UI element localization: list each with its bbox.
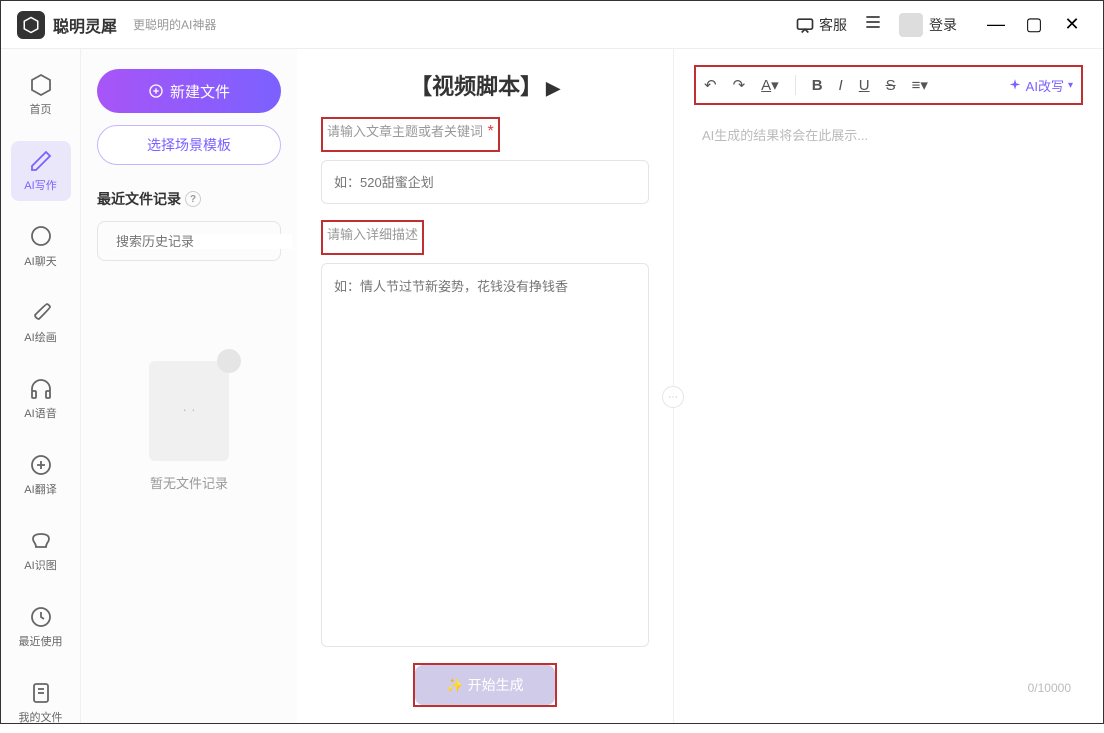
plus-circle-icon bbox=[148, 83, 164, 99]
sidebar-item-recent[interactable]: 最近使用 bbox=[11, 597, 71, 657]
chat-icon bbox=[795, 15, 815, 35]
topic-input[interactable] bbox=[321, 160, 649, 204]
maximize-button[interactable]: ▢ bbox=[1019, 10, 1049, 40]
strike-button[interactable]: S bbox=[886, 77, 896, 94]
pencil-icon bbox=[29, 149, 53, 173]
field2-label-highlight: 请输入详细描述 bbox=[321, 220, 424, 255]
sidebar-item-myfiles[interactable]: 我的文件 bbox=[11, 673, 71, 733]
titlebar-right: 客服 登录 — ▢ ✕ bbox=[795, 10, 1087, 40]
clock-icon bbox=[29, 605, 53, 629]
bold-button[interactable]: B bbox=[812, 77, 823, 94]
field1-label: 请输入文章主题或者关键词 bbox=[327, 121, 483, 140]
titlebar: 聪明灵犀 更聪明的AI神器 客服 登录 — ▢ ✕ bbox=[1, 1, 1103, 49]
toolbar: ↶ ↷ A▾ B I U S ≡▾ AI改写▾ bbox=[694, 65, 1083, 105]
sidebar-item-image[interactable]: AI识图 bbox=[11, 521, 71, 581]
empty-state: · · 暂无文件记录 bbox=[97, 361, 281, 492]
menu-button[interactable] bbox=[863, 12, 883, 37]
toolbar-left: ↶ ↷ A▾ B I U S ≡▾ bbox=[704, 75, 928, 95]
empty-text: 暂无文件记录 bbox=[150, 473, 228, 492]
recent-files-title: 最近文件记录 ? bbox=[97, 189, 281, 209]
sidebar-item-home[interactable]: 首页 bbox=[11, 65, 71, 125]
panel-center: 【视频脚本】▶ 请输入文章主题或者关键词 * 请输入详细描述 ✨ 开始生成 ⋯ bbox=[297, 49, 673, 723]
help-icon[interactable]: ? bbox=[185, 191, 201, 207]
sidebar-item-translate[interactable]: AI翻译 bbox=[11, 445, 71, 505]
hamburger-icon bbox=[863, 12, 883, 32]
home-icon bbox=[29, 73, 53, 97]
char-count: 0/10000 bbox=[1028, 681, 1071, 695]
sidebar-item-draw[interactable]: AI绘画 bbox=[11, 293, 71, 353]
search-box[interactable] bbox=[97, 221, 281, 261]
close-button[interactable]: ✕ bbox=[1057, 10, 1087, 40]
file-icon bbox=[29, 681, 53, 705]
generate-button-highlight: ✨ 开始生成 bbox=[413, 663, 557, 707]
page-title: 【视频脚本】▶ bbox=[321, 69, 649, 101]
app-name: 聪明灵犀 bbox=[53, 13, 117, 37]
sidebar-item-writing[interactable]: AI写作 bbox=[11, 141, 71, 201]
redo-button[interactable]: ↷ bbox=[733, 76, 746, 94]
login-button[interactable]: 登录 bbox=[899, 13, 957, 37]
logo-area: 聪明灵犀 更聪明的AI神器 bbox=[17, 11, 216, 39]
undo-button[interactable]: ↶ bbox=[704, 76, 717, 94]
font-color-button[interactable]: A▾ bbox=[761, 76, 779, 94]
translate-icon bbox=[29, 453, 53, 477]
main-area: 首页 AI写作 AI聊天 AI绘画 AI语音 AI翻译 AI识图 最近使用 bbox=[1, 49, 1103, 723]
output-placeholder: AI生成的结果将会在此展示... bbox=[702, 128, 868, 143]
headphones-icon bbox=[29, 377, 53, 401]
app-logo-icon bbox=[17, 11, 45, 39]
panel-collapse-button[interactable]: ⋯ bbox=[662, 386, 684, 408]
panel-right: ↶ ↷ A▾ B I U S ≡▾ AI改写▾ AI生成的结果将会在此展示...… bbox=[673, 49, 1103, 723]
italic-button[interactable]: I bbox=[839, 77, 843, 94]
brush-icon bbox=[29, 301, 53, 325]
description-textarea[interactable] bbox=[321, 263, 649, 647]
field2-label: 请输入详细描述 bbox=[327, 224, 418, 243]
title-arrow-icon[interactable]: ▶ bbox=[546, 78, 560, 98]
toolbar-divider bbox=[795, 75, 796, 95]
avatar-icon bbox=[899, 13, 923, 37]
empty-illustration: · · bbox=[149, 361, 229, 461]
app-tagline: 更聪明的AI神器 bbox=[133, 16, 216, 33]
chat-bubble-icon bbox=[29, 225, 53, 249]
sidebar: 首页 AI写作 AI聊天 AI绘画 AI语音 AI翻译 AI识图 最近使用 bbox=[1, 49, 81, 723]
sidebar-item-chat[interactable]: AI聊天 bbox=[11, 217, 71, 277]
align-button[interactable]: ≡▾ bbox=[912, 76, 928, 94]
field1-label-highlight: 请输入文章主题或者关键词 * bbox=[321, 117, 500, 152]
window-controls: — ▢ ✕ bbox=[981, 10, 1087, 40]
search-input[interactable] bbox=[116, 234, 292, 249]
sparkle-icon bbox=[1008, 78, 1022, 92]
generate-button[interactable]: ✨ 开始生成 bbox=[415, 665, 555, 705]
sidebar-item-voice[interactable]: AI语音 bbox=[11, 369, 71, 429]
scene-template-button[interactable]: 选择场景模板 bbox=[97, 125, 281, 165]
panel-left: 新建文件 选择场景模板 最近文件记录 ? · · 暂无文件记录 bbox=[81, 49, 297, 723]
new-file-button[interactable]: 新建文件 bbox=[97, 69, 281, 113]
minimize-button[interactable]: — bbox=[981, 10, 1011, 40]
customer-service-button[interactable]: 客服 bbox=[795, 15, 847, 35]
image-icon bbox=[29, 529, 53, 553]
underline-button[interactable]: U bbox=[859, 77, 870, 94]
output-area[interactable]: AI生成的结果将会在此展示... 0/10000 bbox=[694, 121, 1083, 703]
ai-rewrite-button[interactable]: AI改写▾ bbox=[1008, 76, 1073, 95]
